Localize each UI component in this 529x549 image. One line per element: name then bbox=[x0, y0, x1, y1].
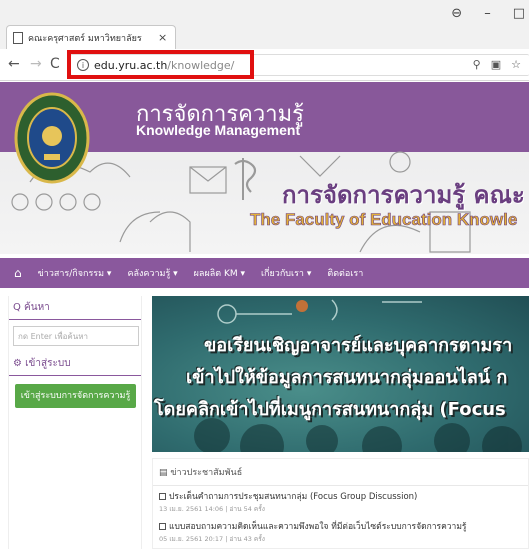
profile-icon[interactable]: ⊖ bbox=[451, 6, 462, 21]
home-icon[interactable]: ⌂ bbox=[14, 266, 22, 280]
site-subtitle: Knowledge Management bbox=[136, 122, 301, 138]
document-icon bbox=[159, 493, 166, 500]
tab-title: คณะครุศาสตร์ มหาวิทยาลัยร bbox=[28, 33, 142, 44]
page-icon bbox=[13, 31, 23, 44]
news-heading-label: ข่าวประชาสัมพันธ์ bbox=[170, 468, 243, 478]
minimize-button[interactable]: – bbox=[484, 6, 491, 21]
nav-contact[interactable]: ติดต่อเรา bbox=[327, 266, 363, 280]
translate-icon[interactable]: ▣ bbox=[491, 58, 501, 71]
university-logo bbox=[14, 92, 90, 184]
banner-line-1: ขอเรียนเชิญอาจารย์และบุคลากรตามรา bbox=[204, 335, 513, 356]
sidebar: Q ค้นหา กด Enter เพื่อค้นหา ⚙ เข้าสู่ระบ… bbox=[8, 296, 142, 549]
forward-button[interactable]: → bbox=[30, 56, 42, 72]
news-title[interactable]: ประเด็นคำถามการประชุมสนทนากลุ่ม (Focus G… bbox=[159, 489, 522, 503]
news-title-text[interactable]: ประเด็นคำถามการประชุมสนทนากลุ่ม (Focus G… bbox=[169, 492, 417, 502]
list-item[interactable]: แบบสอบถามความคิดเห็นและความพึงพอใจ ที่มี… bbox=[153, 516, 528, 546]
newspaper-icon: ▤ bbox=[159, 468, 171, 478]
news-title[interactable]: แบบสอบถามความคิดเห็นและความพึงพอใจ ที่มี… bbox=[159, 519, 522, 533]
site-header: การจัดการความรู้ Knowledge Management กา… bbox=[0, 82, 529, 254]
nav-news[interactable]: ข่าวสาร/กิจกรรม ▾ bbox=[38, 266, 112, 280]
reload-button[interactable]: C bbox=[50, 56, 60, 72]
window-controls: ⊖ – □ bbox=[451, 6, 529, 21]
news-meta: 13 เม.ย. 2561 14:06 | อ่าน 54 ครั้ง bbox=[159, 505, 265, 513]
news-title-text[interactable]: แบบสอบถามความคิดเห็นและความพึงพอใจ ที่มี… bbox=[169, 522, 466, 532]
back-button[interactable]: ← bbox=[8, 56, 20, 72]
main-nav: ⌂ ข่าวสาร/กิจกรรม ▾ คลังความรู้ ▾ ผลผลิต… bbox=[0, 258, 529, 288]
tab-close-icon[interactable]: × bbox=[158, 31, 167, 44]
browser-titlebar: คณะครุศาสตร์ มหาวิทยาลัยร × ⊖ – □ bbox=[0, 0, 529, 52]
document-icon bbox=[159, 523, 166, 530]
omnibox-icons: ⚲ ▣ ☆ bbox=[473, 58, 521, 71]
list-item[interactable]: ประเด็นคำถามการประชุมสนทนากลุ่ม (Focus G… bbox=[153, 486, 528, 516]
nav-km-output[interactable]: ผลผลิต KM ▾ bbox=[194, 266, 245, 280]
news-panel: ▤ ข่าวประชาสัมพันธ์ ประเด็นคำถามการประชุ… bbox=[152, 458, 529, 549]
bookmark-star-icon[interactable]: ☆ bbox=[511, 58, 521, 71]
banner-line-3: โดยคลิกเข้าไปที่เมนูการสนทนากลุ่ม (Focus bbox=[154, 399, 506, 420]
news-heading: ▤ ข่าวประชาสัมพันธ์ bbox=[153, 459, 528, 486]
nav-knowledge-base[interactable]: คลังความรู้ ▾ bbox=[127, 266, 177, 280]
news-meta: 05 เม.ย. 2561 20:17 | อ่าน 43 ครั้ง bbox=[159, 535, 265, 543]
announcement-banner[interactable]: ขอเรียนเชิญอาจารย์และบุคลากรตามรา เข้าไป… bbox=[152, 296, 529, 452]
search-input[interactable]: กด Enter เพื่อค้นหา bbox=[13, 326, 139, 346]
search-heading: Q ค้นหา bbox=[9, 296, 141, 320]
login-button[interactable]: เข้าสู่ระบบการจัดการความรู้ bbox=[15, 384, 136, 408]
banner-heading-th: การจัดการความรู้ คณะ bbox=[282, 181, 525, 209]
banner-line-2: เข้าไปให้ข้อมูลการสนทนากลุ่มออนไลน์ ก bbox=[186, 367, 508, 388]
browser-tab[interactable]: คณะครุศาสตร์ มหาวิทยาลัยร × bbox=[6, 25, 176, 49]
url-highlight-box bbox=[67, 50, 254, 79]
nav-about[interactable]: เกี่ยวกับเรา ▾ bbox=[261, 266, 311, 280]
maximize-button[interactable]: □ bbox=[513, 6, 525, 21]
banner-heading-en: The Faculty of Education Knowle bbox=[250, 210, 518, 230]
zoom-icon[interactable]: ⚲ bbox=[473, 58, 481, 71]
login-heading: ⚙ เข้าสู่ระบบ bbox=[9, 352, 141, 376]
